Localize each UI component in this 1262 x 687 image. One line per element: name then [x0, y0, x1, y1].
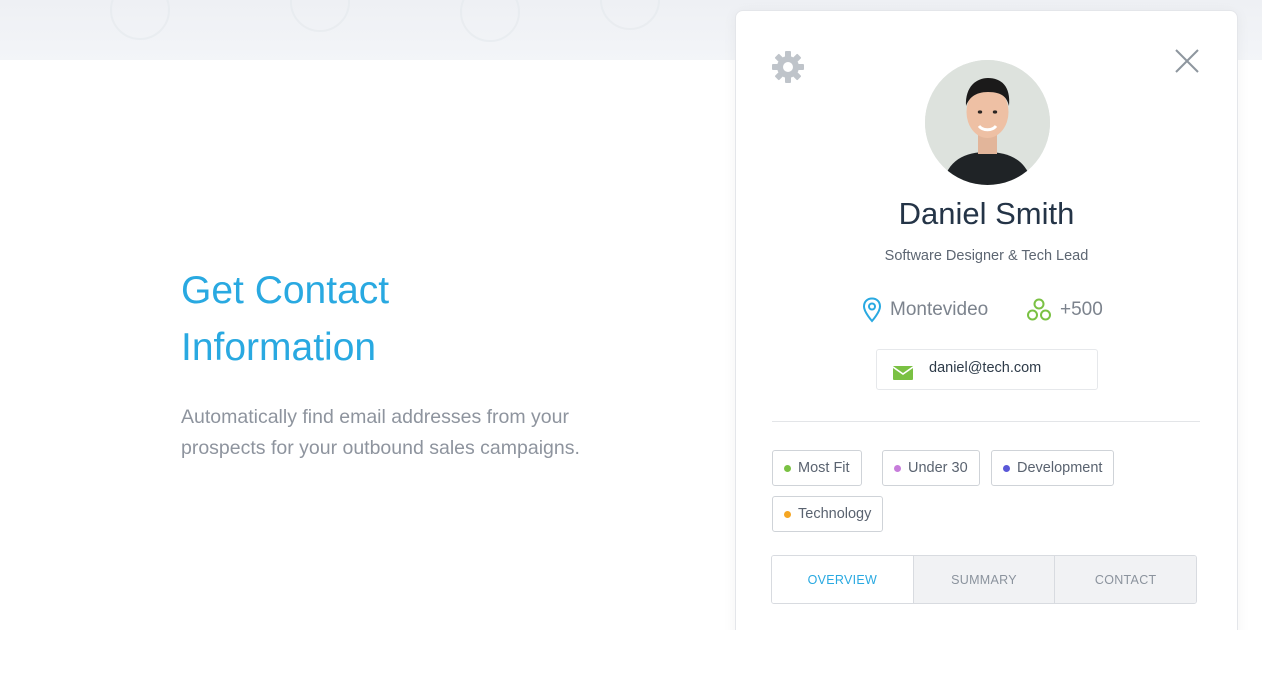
profile-connections: +500 [1026, 295, 1103, 325]
tag-most-fit[interactable]: Most Fit [772, 450, 862, 486]
map-pin-icon [862, 297, 882, 323]
background-pattern [290, 0, 350, 32]
page: Get Contact Information Automatically fi… [0, 0, 1262, 687]
tag-label: Most Fit [798, 460, 850, 476]
profile-tabs: OVERVIEW SUMMARY CONTACT [771, 555, 1197, 604]
background-pattern [460, 0, 520, 42]
profile-location: Montevideo [862, 295, 988, 325]
tag-dot [784, 464, 791, 472]
tab-overview[interactable]: OVERVIEW [772, 556, 913, 603]
hero-description: Automatically find email addresses from … [181, 406, 580, 459]
location-text: Montevideo [890, 299, 989, 320]
hero-title-line-2: Information [181, 326, 377, 369]
tag-label: Technology [798, 506, 872, 522]
network-icon [1027, 298, 1051, 321]
background-pattern [600, 0, 660, 30]
avatar [925, 60, 1050, 185]
email-address: daniel@tech.com [929, 359, 1042, 376]
tab-contact[interactable]: CONTACT [1054, 556, 1196, 603]
tag-development[interactable]: Development [991, 450, 1115, 486]
email-field[interactable]: daniel@tech.com [876, 349, 1098, 390]
close-icon[interactable] [1173, 47, 1201, 75]
hero-section: Get Contact Information Automatically fi… [181, 262, 581, 463]
divider [772, 421, 1200, 422]
tab-summary[interactable]: SUMMARY [912, 556, 1055, 603]
page-bottom [0, 630, 1262, 687]
tag-dot [1003, 464, 1010, 472]
hero-title: Get Contact Information [181, 262, 581, 376]
hero-title-line-1: Get Contact [181, 269, 390, 312]
connections-text: +500 [1060, 299, 1103, 320]
tag-label: Development [1017, 460, 1103, 476]
tag-label: Under 30 [908, 460, 968, 476]
profile-name: Daniel Smith [898, 196, 1075, 231]
envelope-icon [893, 365, 913, 380]
profile-card: Daniel Smith Software Designer & Tech Le… [735, 10, 1238, 650]
tag-technology[interactable]: Technology [772, 496, 884, 532]
tag-under-30[interactable]: Under 30 [882, 450, 980, 486]
tag-dot [784, 510, 791, 518]
gear-icon[interactable] [770, 49, 806, 85]
tag-dot [894, 464, 901, 472]
profile-role: Software Designer & Tech Lead [884, 248, 1089, 264]
background-pattern [110, 0, 170, 40]
